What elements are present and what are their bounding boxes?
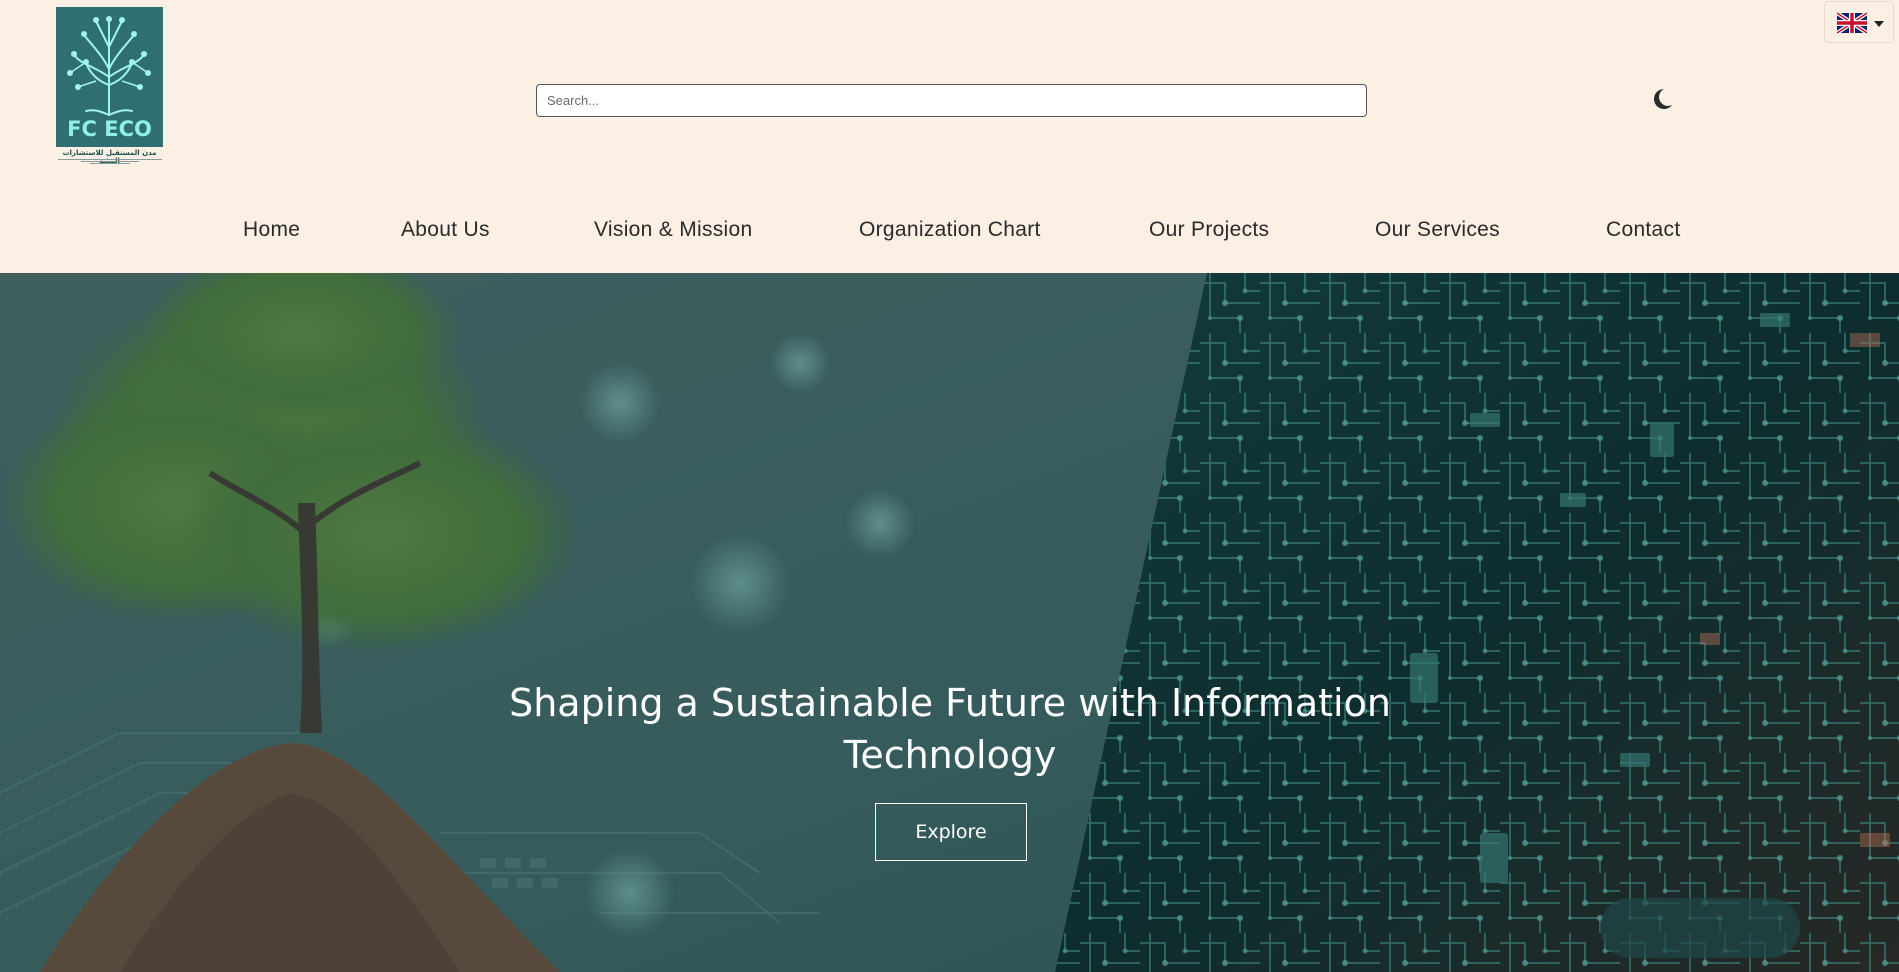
- site-logo[interactable]: FC ECO مدن المستقبل للاستشارات البيئية: [56, 7, 163, 179]
- hero-title: Shaping a Sustainable Future with Inform…: [509, 681, 1391, 777]
- nav-vision-mission[interactable]: Vision & Mission: [594, 218, 752, 242]
- nav-about-us[interactable]: About Us: [401, 218, 490, 242]
- logo-subtitle-lines: [56, 158, 163, 164]
- nav-contact[interactable]: Contact: [1606, 218, 1680, 242]
- logo-tree-icon: FC ECO: [56, 7, 163, 147]
- nav-organization-chart[interactable]: Organization Chart: [859, 218, 1041, 242]
- chevron-down-icon: [1874, 21, 1884, 27]
- nav-our-projects[interactable]: Our Projects: [1149, 218, 1269, 242]
- logo-wordmark: FC ECO: [67, 117, 152, 141]
- main-nav: Home About Us Vision & Mission Organizat…: [0, 218, 1899, 254]
- hero-background-image: [0, 273, 1899, 972]
- search-input[interactable]: [536, 84, 1367, 117]
- uk-flag-icon: [1837, 12, 1867, 34]
- language-selector[interactable]: [1824, 1, 1894, 43]
- nav-home[interactable]: Home: [243, 218, 300, 242]
- site-header: FC ECO مدن المستقبل للاستشارات البيئية H…: [0, 0, 1899, 272]
- moon-icon[interactable]: [1649, 86, 1675, 112]
- explore-button[interactable]: Explore: [875, 803, 1027, 861]
- hero-banner: Shaping a Sustainable Future with Inform…: [0, 273, 1899, 972]
- nav-our-services[interactable]: Our Services: [1375, 218, 1500, 242]
